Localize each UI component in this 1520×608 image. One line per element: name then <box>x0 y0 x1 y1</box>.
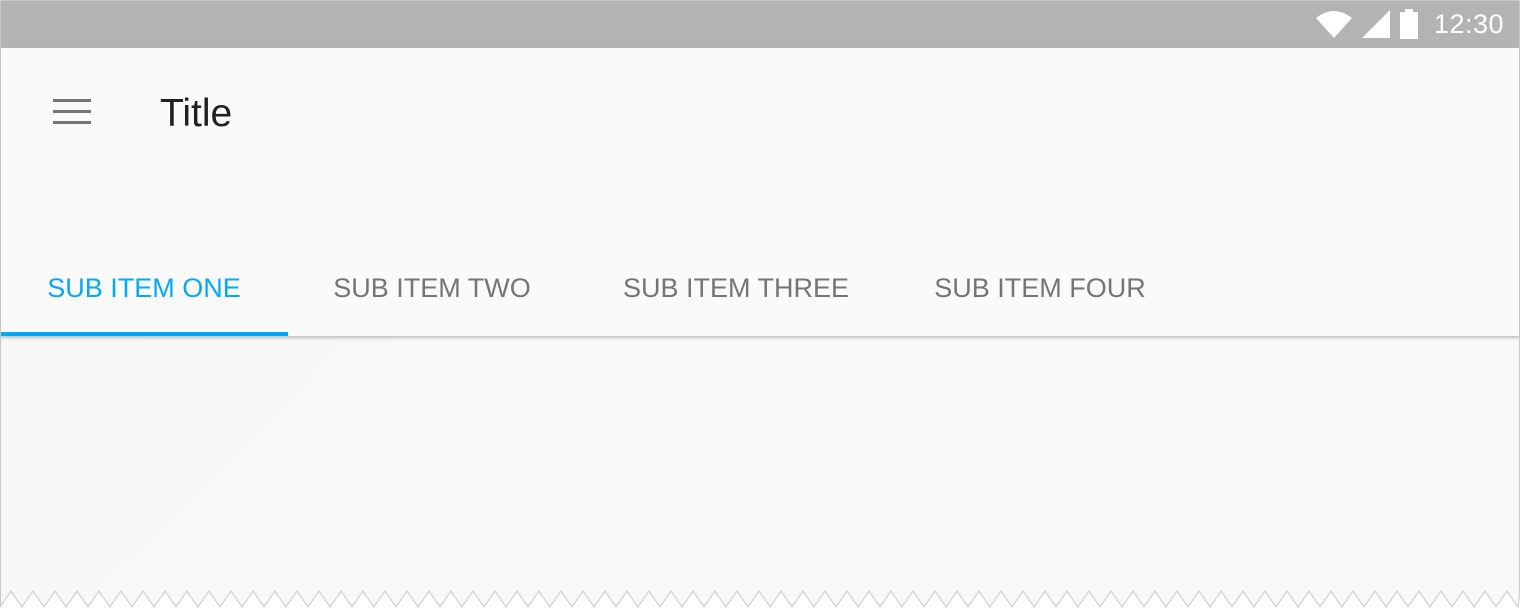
tab-sub-item-four[interactable]: SUB ITEM FOUR <box>896 240 1184 336</box>
tab-sub-item-three[interactable]: SUB ITEM THREE <box>576 240 896 336</box>
tab-label: SUB ITEM ONE <box>47 272 241 303</box>
cell-signal-icon <box>1361 10 1390 38</box>
torn-edge-decoration <box>0 589 1520 608</box>
tab-sub-item-two[interactable]: SUB ITEM TWO <box>288 240 576 336</box>
menu-button[interactable] <box>36 78 108 150</box>
page-title: Title <box>160 92 233 135</box>
status-icons: 12:30 <box>1315 0 1504 48</box>
active-tab-indicator <box>0 332 288 336</box>
tab-sub-item-one[interactable]: SUB ITEM ONE <box>0 240 288 336</box>
content-area <box>0 336 1520 608</box>
tab-bar: SUB ITEM ONE SUB ITEM TWO SUB ITEM THREE… <box>0 240 1184 336</box>
tab-label: SUB ITEM FOUR <box>934 272 1146 303</box>
status-bar: 12:30 <box>0 0 1520 48</box>
wifi-icon <box>1315 10 1352 38</box>
app-bar: Title SUB ITEM ONE SUB ITEM TWO SUB ITEM… <box>0 48 1520 336</box>
tab-label: SUB ITEM THREE <box>622 272 850 303</box>
hamburger-menu-icon <box>53 98 91 131</box>
battery-icon <box>1399 9 1418 39</box>
status-time: 12:30 <box>1433 8 1504 39</box>
tab-label: SUB ITEM TWO <box>333 272 531 303</box>
